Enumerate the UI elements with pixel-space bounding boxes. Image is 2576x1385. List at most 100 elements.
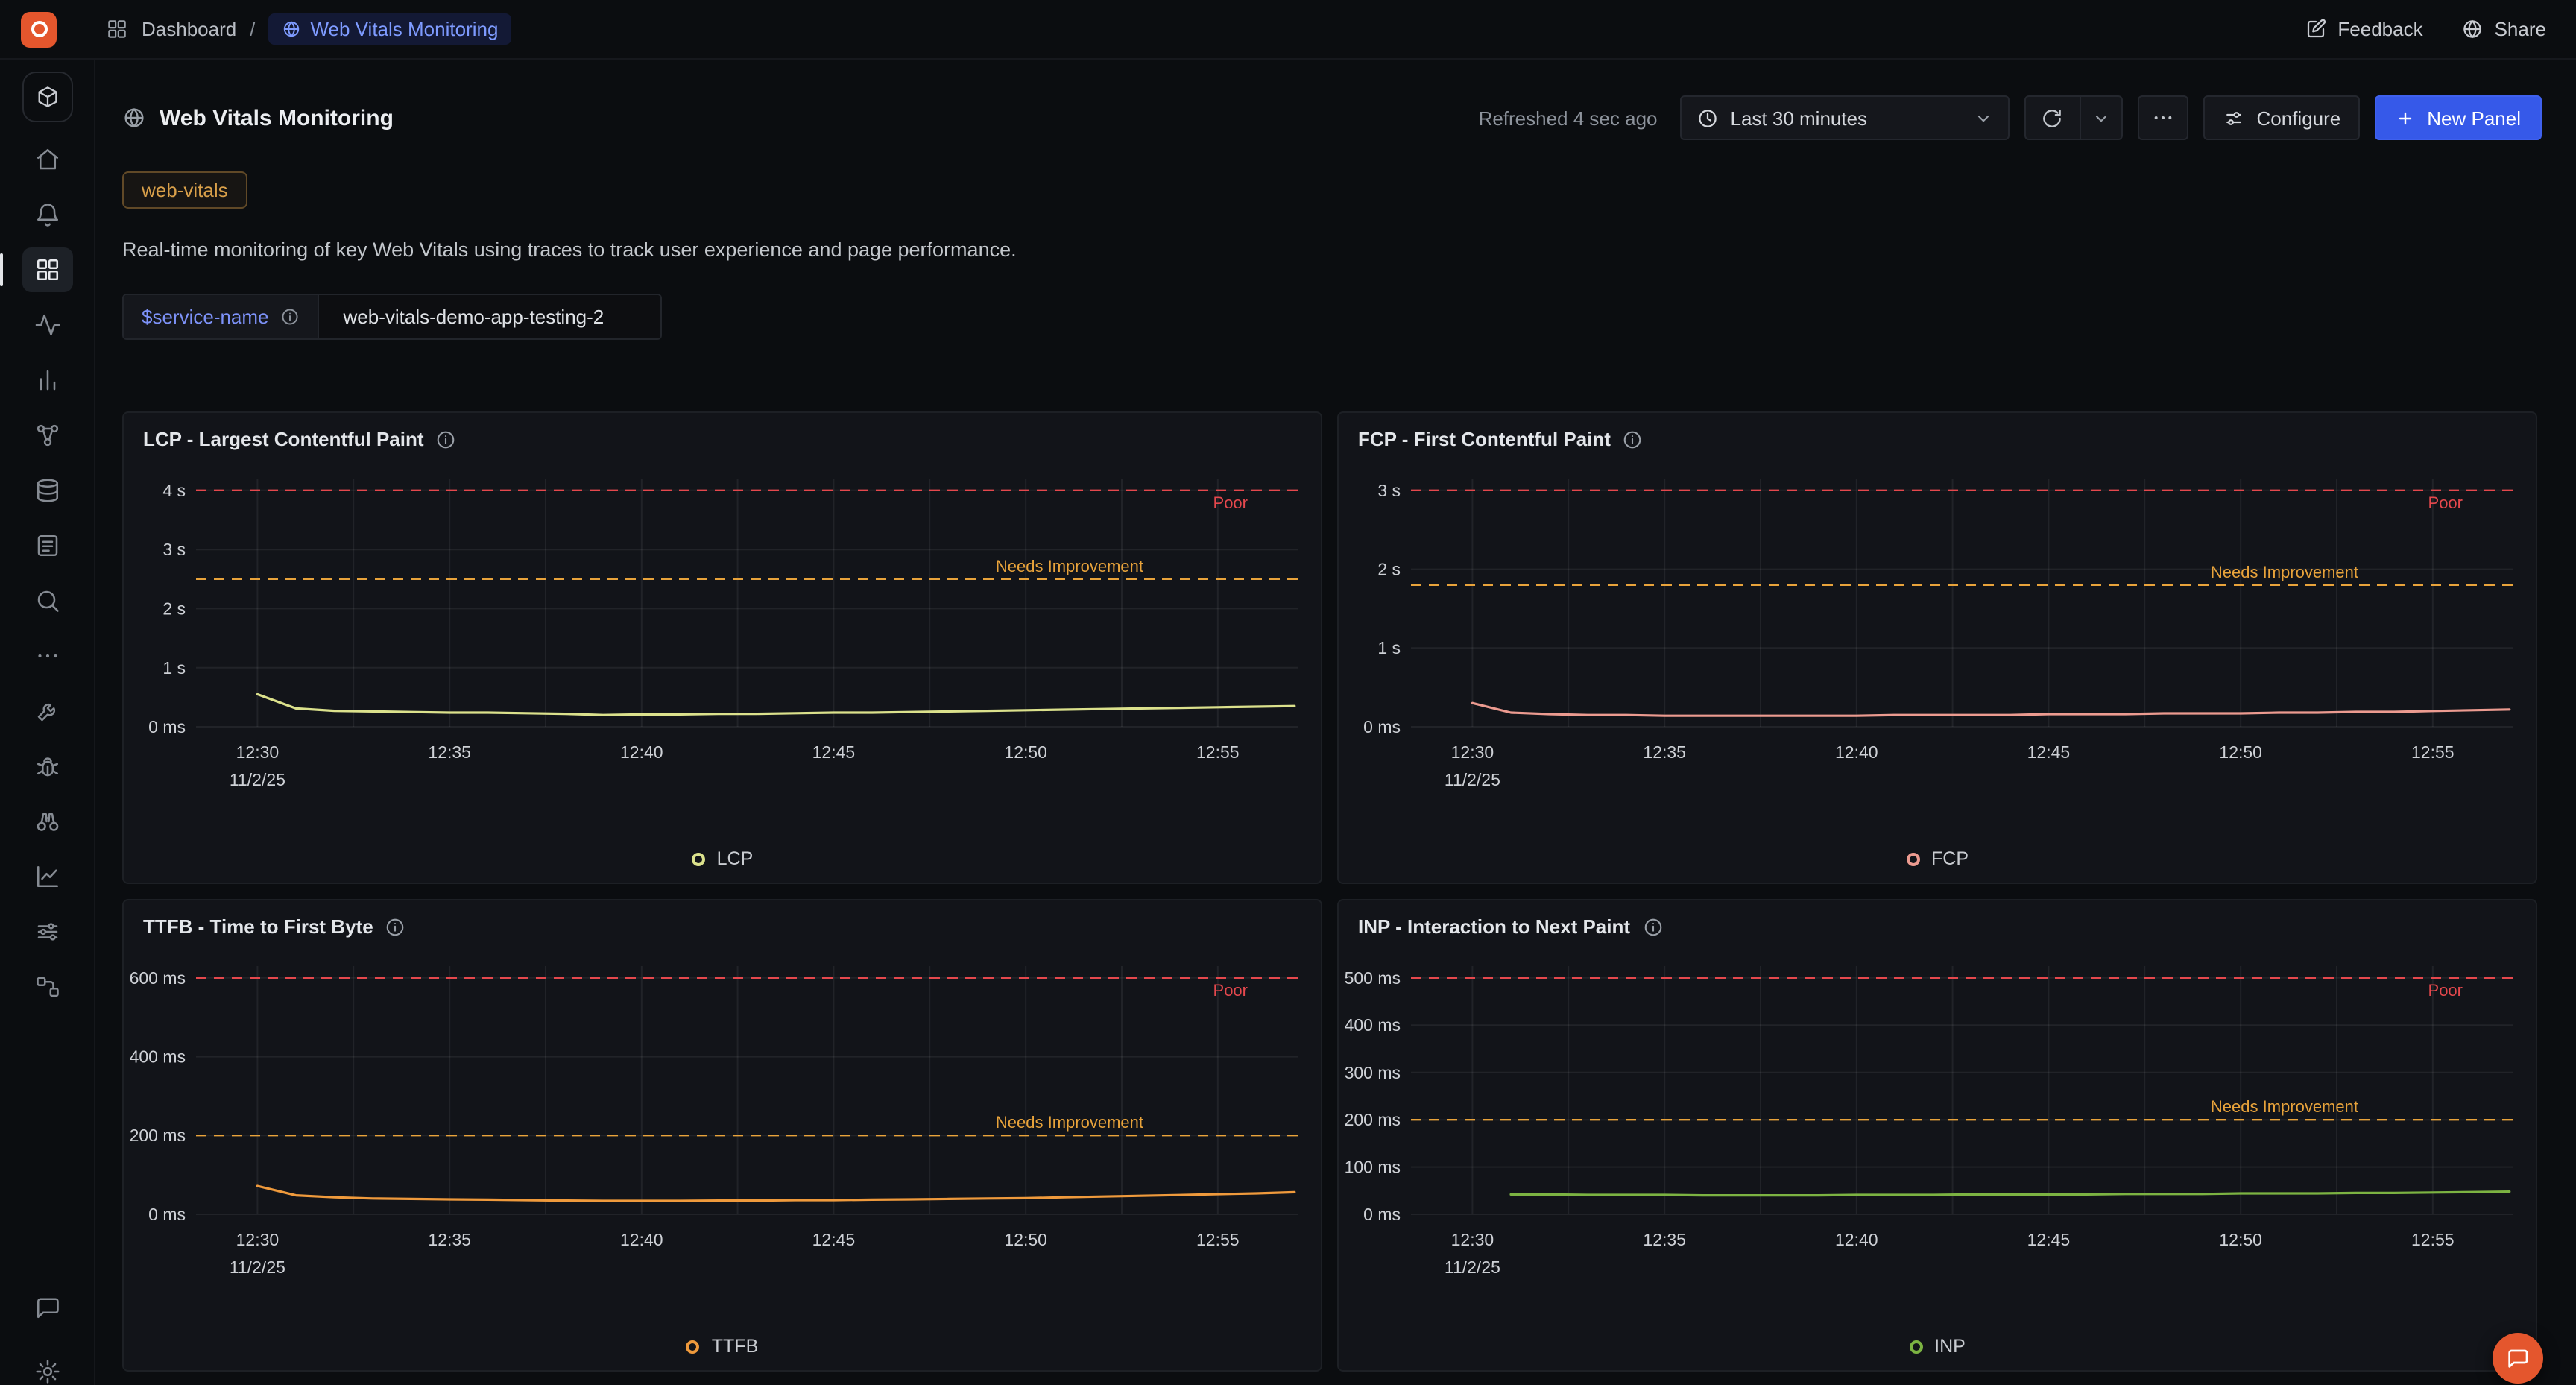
panel-fcp: FCP - First Contentful Paint 0 ms1 s2 s3… — [1337, 411, 2537, 884]
configure-button[interactable]: Configure — [2203, 95, 2361, 140]
new-panel-label: New Panel — [2427, 107, 2521, 129]
svg-text:4 s: 4 s — [162, 481, 186, 500]
legend-label: FCP — [1931, 848, 1969, 869]
info-icon[interactable] — [1642, 916, 1663, 937]
sidebar-item-infrastructure[interactable] — [22, 468, 72, 513]
logs-icon — [34, 532, 60, 559]
sidebar-item-metrics[interactable] — [22, 358, 72, 403]
support-chat-button[interactable] — [2493, 1333, 2543, 1384]
info-icon[interactable] — [385, 916, 406, 937]
sidebar-item-usage[interactable] — [22, 854, 72, 899]
chat-icon — [2506, 1346, 2530, 1370]
refresh-button[interactable] — [2026, 97, 2080, 139]
clock-icon — [1696, 107, 1719, 129]
svg-text:0 ms: 0 ms — [148, 1205, 186, 1224]
time-range-value: Last 30 minutes — [1731, 107, 1868, 129]
sidebar-item-support[interactable] — [22, 1285, 73, 1330]
new-panel-button[interactable]: New Panel — [2375, 95, 2542, 140]
share-button[interactable]: Share — [2462, 18, 2546, 40]
flow-icon — [34, 974, 60, 1000]
sidebar-item-dashboards[interactable] — [22, 247, 72, 292]
feedback-button[interactable]: Feedback — [2305, 18, 2422, 40]
page-title: Web Vitals Monitoring — [122, 105, 394, 130]
sidebar-item-alerts[interactable] — [22, 192, 72, 237]
sidebar-item-tools[interactable] — [22, 689, 72, 733]
svg-text:1 s: 1 s — [162, 658, 186, 678]
sidebar-item-home[interactable] — [22, 137, 72, 182]
legend-item-inp[interactable]: INP — [1339, 1336, 2536, 1357]
breadcrumb-current[interactable]: Web Vitals Monitoring — [268, 13, 511, 45]
sliders-icon — [34, 918, 60, 945]
legend-item-ttfb[interactable]: TTFB — [124, 1336, 1321, 1357]
cube-icon — [35, 85, 59, 109]
svg-text:0 ms: 0 ms — [1363, 717, 1401, 736]
bar-chart-icon — [34, 367, 60, 394]
info-icon[interactable] — [281, 307, 300, 326]
svg-text:Poor: Poor — [1213, 493, 1248, 512]
legend-marker-icon — [1909, 1340, 1922, 1353]
sidebar-item-service-map[interactable] — [22, 413, 72, 458]
svg-text:200 ms: 200 ms — [130, 1126, 186, 1145]
svg-text:12:40: 12:40 — [620, 742, 663, 762]
more-options-button[interactable] — [2138, 95, 2188, 140]
sidebar-item-explorer[interactable] — [22, 799, 72, 844]
svg-text:12:45: 12:45 — [812, 1230, 856, 1249]
info-icon[interactable] — [1623, 429, 1644, 449]
svg-text:12:55: 12:55 — [1196, 742, 1240, 762]
svg-text:200 ms: 200 ms — [1345, 1110, 1401, 1129]
ttfb-chart: 0 ms200 ms400 ms600 ms12:3012:3512:4012:… — [124, 900, 1322, 1372]
sidebar-item-traces[interactable] — [22, 578, 72, 623]
dashboard-header: Web Vitals Monitoring Refreshed 4 sec ag… — [122, 95, 2542, 140]
svg-text:12:55: 12:55 — [2411, 742, 2455, 762]
feedback-label: Feedback — [2337, 18, 2422, 40]
tag-row: web-vitals — [122, 171, 2542, 209]
panel-header: LCP - Largest Contentful Paint — [143, 428, 457, 450]
svg-text:500 ms: 500 ms — [1345, 968, 1401, 988]
legend-item-lcp[interactable]: LCP — [124, 848, 1321, 869]
sidebar-item-pipelines[interactable] — [22, 965, 72, 1009]
svg-text:12:55: 12:55 — [2411, 1230, 2455, 1249]
panel-lcp: LCP - Largest Contentful Paint 0 ms1 s2 … — [122, 411, 1322, 884]
sidebar-item-onboarding[interactable] — [22, 72, 72, 122]
panel-title: INP - Interaction to Next Paint — [1358, 915, 1630, 938]
bell-icon — [34, 201, 60, 228]
grid-icon — [34, 256, 60, 283]
sidebar-item-settings[interactable] — [22, 1349, 73, 1385]
signoz-logo-icon[interactable] — [21, 11, 57, 47]
variable-name: $service-name — [124, 295, 318, 338]
grid-small-icon — [106, 18, 128, 40]
svg-text:12:40: 12:40 — [1835, 742, 1878, 762]
svg-text:11/2/25: 11/2/25 — [230, 770, 285, 789]
svg-text:12:40: 12:40 — [620, 1230, 663, 1249]
legend-item-fcp[interactable]: FCP — [1339, 848, 2536, 869]
sidebar-item-exceptions[interactable] — [22, 744, 72, 789]
chevron-down-icon — [1974, 108, 1993, 127]
sidebar-item-services[interactable] — [22, 303, 72, 347]
legend-label: TTFB — [712, 1336, 759, 1357]
gear-icon — [34, 1358, 61, 1385]
sidebar-item-more[interactable] — [22, 634, 72, 678]
svg-text:400 ms: 400 ms — [1345, 1015, 1401, 1035]
refresh-options-button[interactable] — [2080, 97, 2121, 139]
legend-marker-icon — [1906, 852, 1919, 865]
svg-text:12:45: 12:45 — [2027, 1230, 2071, 1249]
cluster-icon — [34, 422, 60, 449]
info-icon[interactable] — [436, 429, 457, 449]
svg-text:12:35: 12:35 — [1643, 742, 1686, 762]
message-icon — [34, 1294, 61, 1321]
panel-title: LCP - Largest Contentful Paint — [143, 428, 424, 450]
breadcrumb-root[interactable]: Dashboard — [142, 18, 236, 40]
legend-marker-icon — [686, 1340, 700, 1353]
svg-text:11/2/25: 11/2/25 — [1445, 770, 1500, 789]
sidebar-item-logs[interactable] — [22, 523, 72, 568]
topbar-actions: Feedback Share — [2305, 18, 2546, 40]
variable-value-select[interactable]: web-vitals-demo-app-testing-2 — [318, 295, 661, 338]
app-root: Dashboard / Web Vitals Monitoring Feedba… — [0, 0, 2576, 1385]
svg-text:300 ms: 300 ms — [1345, 1063, 1401, 1082]
sidebar — [0, 60, 95, 1385]
service-name-variable: $service-name web-vitals-demo-app-testin… — [122, 294, 663, 340]
inp-chart: 0 ms100 ms200 ms300 ms400 ms500 ms12:301… — [1339, 900, 2537, 1372]
time-range-select[interactable]: Last 30 minutes — [1680, 95, 2010, 140]
sidebar-item-billing[interactable] — [22, 909, 72, 954]
panel-header: INP - Interaction to Next Paint — [1358, 915, 1663, 938]
